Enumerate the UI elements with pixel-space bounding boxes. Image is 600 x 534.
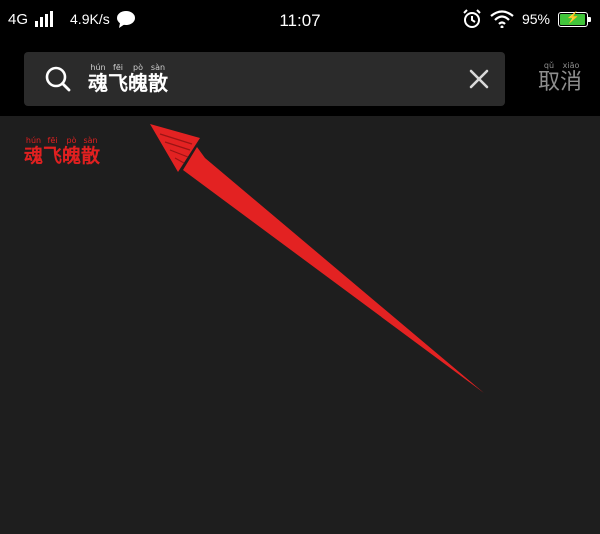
annotation-char: 魄 — [62, 145, 82, 167]
query-char: 魄 — [128, 71, 148, 95]
search-box[interactable]: 魂hún飞fēi魄pò散sàn — [24, 52, 505, 106]
battery-percent: 95% — [521, 11, 550, 27]
annotation-char: 魂 — [24, 145, 44, 167]
annotation-char: 散 — [81, 145, 101, 167]
annotation-char: 飞 — [43, 145, 63, 167]
charging-icon: ⚡ — [566, 11, 580, 24]
query-pinyin: sàn — [148, 63, 168, 72]
cancel-pinyin: qǔ — [537, 61, 560, 70]
clear-icon[interactable] — [467, 67, 491, 91]
annotation-pinyin: fēi — [43, 136, 63, 145]
annotation-pinyin: sàn — [81, 136, 101, 145]
query-pinyin: hún — [88, 63, 108, 72]
wifi-icon — [490, 10, 514, 28]
query-char: 散 — [148, 71, 168, 95]
query-char: 魂 — [88, 71, 108, 95]
search-input[interactable]: 魂hún飞fēi魄pò散sàn — [88, 52, 168, 106]
query-char: 飞 — [108, 71, 128, 95]
annotation-label: 魂hún飞fēi魄pò散sàn — [24, 136, 100, 168]
cancel-char: 消 — [560, 70, 583, 95]
query-pinyin: fēi — [108, 63, 128, 72]
annotation-pinyin: pò — [62, 136, 82, 145]
query-pinyin: pò — [128, 63, 148, 72]
annotation-pinyin: hún — [24, 136, 43, 145]
status-bar: 4G 4.9K/s 11:07 95% ⚡ — [0, 0, 600, 42]
status-right: 95% ⚡ — [462, 9, 591, 29]
cancel-button[interactable]: 取qǔ消xiāo — [530, 54, 590, 104]
cancel-char: 取 — [537, 70, 560, 95]
search-header: 魂hún飞fēi魄pò散sàn 取qǔ消xiāo — [0, 42, 600, 116]
battery-icon: ⚡ — [558, 11, 591, 27]
cancel-pinyin: xiāo — [560, 61, 583, 70]
search-icon — [45, 66, 71, 92]
alarm-icon — [463, 9, 481, 28]
